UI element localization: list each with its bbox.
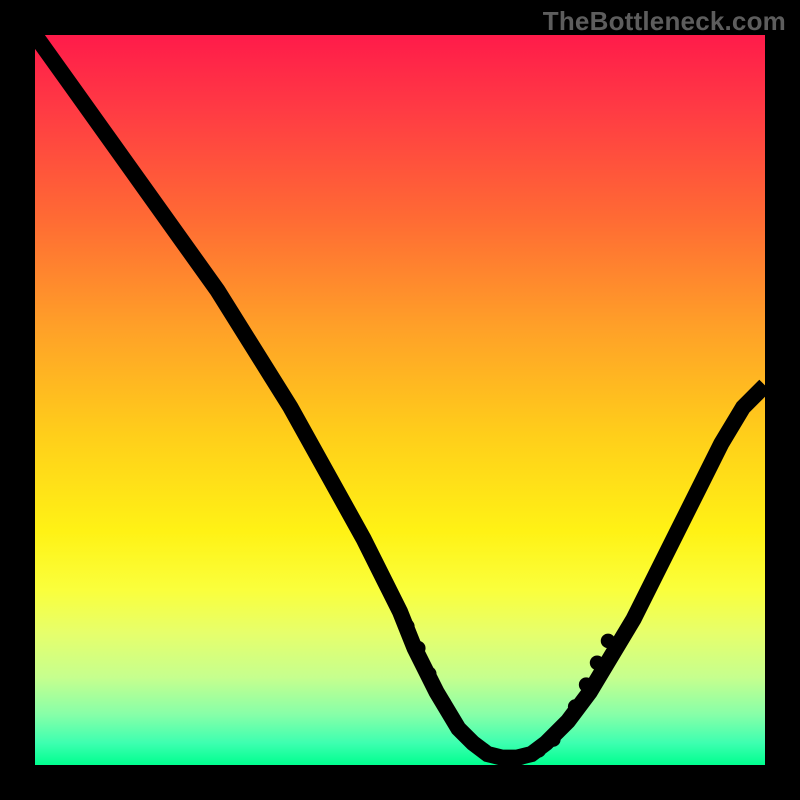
sweet-spot-dot (437, 696, 452, 711)
sweet-spot-dot (458, 729, 473, 744)
sweet-spot-dot (400, 619, 415, 634)
sweet-spot-dot (601, 634, 616, 649)
sweet-spot-dot (546, 732, 561, 747)
curve-svg (35, 35, 765, 765)
bottleneck-curve (35, 35, 765, 758)
sweet-spot-dots (378, 575, 615, 765)
chart-frame: TheBottleneck.com (0, 0, 800, 800)
watermark-text: TheBottleneck.com (543, 6, 786, 37)
sweet-spot-dot (590, 656, 605, 671)
sweet-spot-dot (495, 750, 510, 765)
sweet-spot-dot (557, 718, 572, 733)
sweet-spot-dot (568, 699, 583, 714)
sweet-spot-dot (378, 575, 393, 590)
sweet-spot-dot (579, 677, 594, 692)
sweet-spot-dot (389, 597, 404, 612)
sweet-spot-dot (513, 750, 528, 765)
sweet-spot-dot (422, 666, 437, 681)
sweet-spot-dot (531, 743, 546, 758)
sweet-spot-dot (477, 743, 492, 758)
sweet-spot-dot (411, 641, 426, 656)
plot-area (35, 35, 765, 765)
